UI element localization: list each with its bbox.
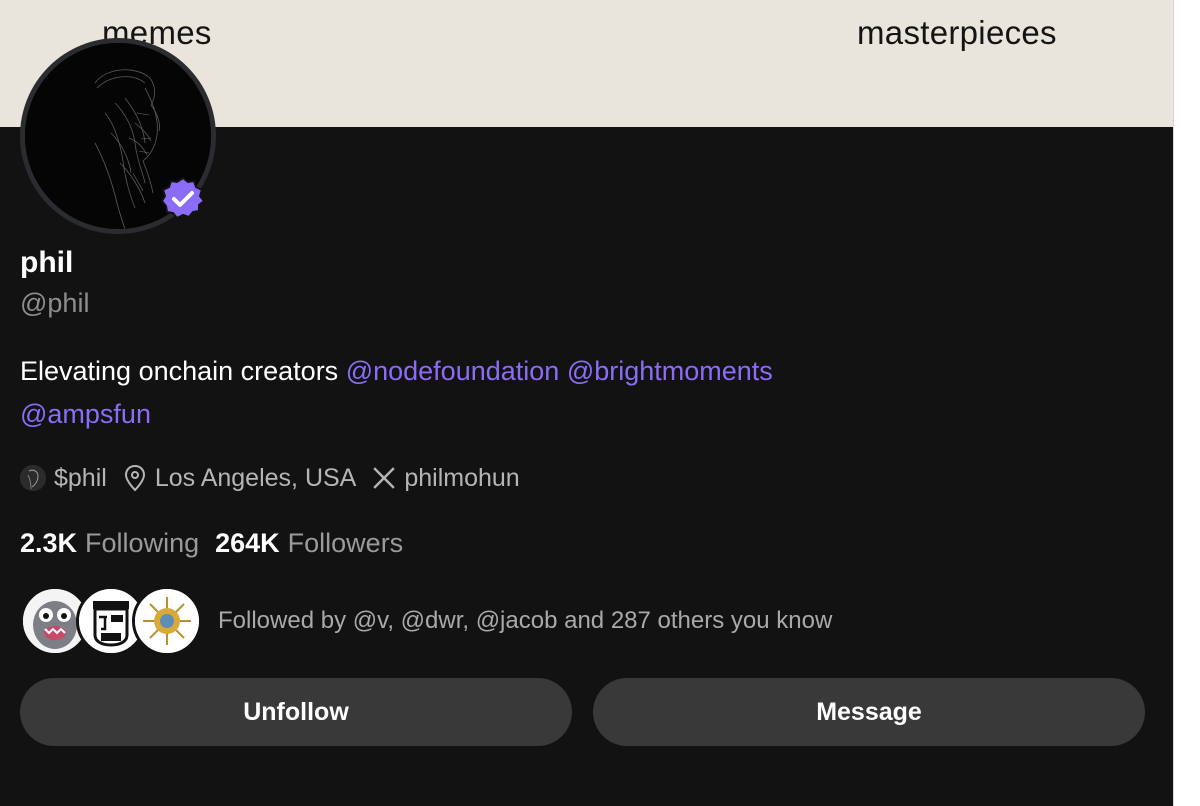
profile-name: phil [20,246,74,279]
following-label: Following [85,528,200,558]
followers-count: 264K [215,528,280,558]
token-link[interactable]: $phil [20,464,107,493]
profile-panel: memes masterpieces phil @phil Elevating … [0,0,1173,806]
message-button[interactable]: Message [593,678,1145,746]
mutual-avatar-jacob [132,586,202,656]
followers-stat[interactable]: 264K Followers [215,528,403,559]
followers-label: Followers [287,528,404,558]
mention-nodefoundation[interactable]: @nodefoundation [346,356,560,386]
profile-bio: Elevating onchain creators @nodefoundati… [20,350,920,436]
followed-by[interactable]: Followed by @v, @dwr, @jacob and 287 oth… [20,586,832,656]
follow-stats: 2.3K Following 264K Followers [20,528,419,559]
unfollow-button[interactable]: Unfollow [20,678,572,746]
mention-ampsfun[interactable]: @ampsfun [20,399,151,429]
bio-text: Elevating onchain creators [20,356,339,386]
followed-by-text: Followed by @v, @dwr, @jacob and 287 oth… [218,607,833,634]
banner-label-masterpieces: masterpieces [857,14,1057,51]
location-label: Los Angeles, USA [154,463,357,492]
following-count: 2.3K [20,528,78,558]
x-handle-label: philmohun [404,463,520,492]
verified-badge-icon [160,176,206,220]
profile-handle: @phil [20,288,90,318]
token-label: $phil [54,463,107,492]
x-logo-icon [373,467,396,489]
location-pin-icon [124,464,145,492]
following-stat[interactable]: 2.3K Following [20,528,199,559]
mention-brightmoments[interactable]: @brightmoments [567,356,773,386]
token-avatar-icon [20,465,46,491]
x-account-link[interactable]: philmohun [372,463,520,493]
location: Los Angeles, USA [123,463,357,493]
profile-meta: $phil Los Angeles, USA philmohun [20,462,536,494]
scrollbar-gutter [1173,0,1200,806]
